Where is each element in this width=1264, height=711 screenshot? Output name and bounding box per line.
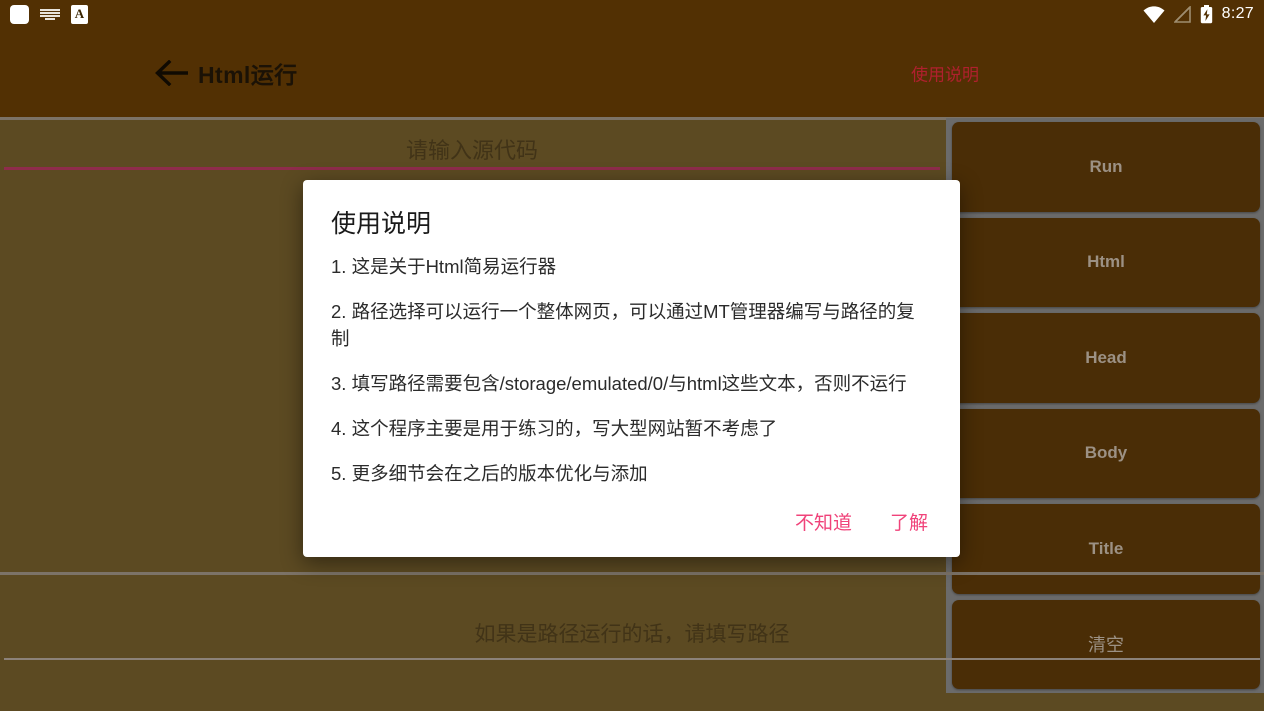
dialog-title: 使用说明 — [331, 210, 432, 238]
dialog-actions: 不知道 了解 — [787, 504, 936, 539]
dialog-line-5: 5. 更多细节会在之后的版本优化与添加 — [331, 463, 648, 485]
dialog-line-1: 1. 这是关于Html简易运行器 — [331, 256, 557, 277]
dialog-scrim: 使用说明 1. 这是关于Html简易运行器 2. 路径选择可以运行一个整体网页，… — [0, 0, 1264, 711]
dialog-line-2: 2. 路径选择可以运行一个整体网页，可以通过MT管理器编写与路径的复制 — [331, 301, 915, 349]
dialog-positive-button[interactable]: 了解 — [882, 504, 936, 539]
dialog-line-3: 3. 填写路径需要包含/storage/emulated/0/与html这些文本… — [331, 372, 907, 394]
instructions-dialog: 使用说明 1. 这是关于Html简易运行器 2. 路径选择可以运行一个整体网页，… — [303, 180, 960, 557]
app-screen: A 8:27 Html运行 使用说明 请输入源代码 Run Html Head … — [0, 0, 1264, 711]
dialog-negative-button[interactable]: 不知道 — [787, 504, 860, 539]
dialog-line-4: 4. 这个程序主要是用于练习的，写大型网站暂不考虑了 — [331, 418, 778, 440]
